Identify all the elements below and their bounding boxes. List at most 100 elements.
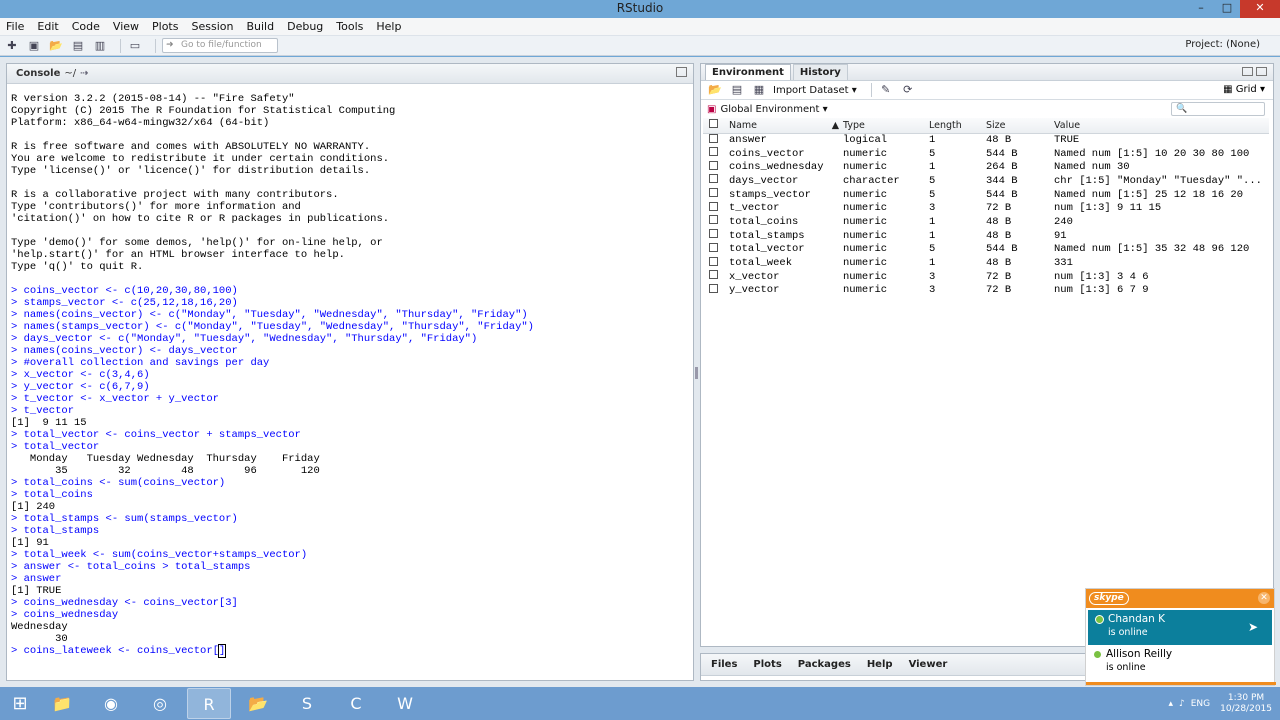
skype-contact[interactable]: Chandan K is online ➤: [1088, 610, 1272, 645]
menu-session[interactable]: Session: [191, 20, 233, 33]
select-all-checkbox[interactable]: [709, 119, 718, 129]
row-checkbox[interactable]: [709, 283, 718, 293]
goto-dir-icon[interactable]: ⇢: [80, 68, 88, 79]
print-icon[interactable]: ▭: [127, 39, 143, 53]
row-checkbox[interactable]: [709, 229, 718, 239]
language-indicator[interactable]: ENG: [1191, 699, 1210, 709]
env-row-total_coins[interactable]: total_coins numeric 1 48 B 240: [703, 215, 1269, 229]
tab-packages[interactable]: Packages: [792, 658, 857, 671]
env-cell-value[interactable]: num [1:3] 6 7 9: [1054, 284, 1269, 298]
row-checkbox[interactable]: [709, 160, 718, 170]
env-cell-value[interactable]: 331: [1054, 256, 1269, 270]
camtasia-icon[interactable]: C: [334, 688, 378, 719]
console-pane[interactable]: Console ~/ ⇢ R version 3.2.2 (2015-08-14…: [6, 63, 694, 681]
tab-plots[interactable]: Plots: [747, 658, 787, 671]
project-menu[interactable]: Project: (None): [1185, 39, 1260, 50]
file-explorer-icon[interactable]: 📁: [40, 688, 84, 719]
console-path[interactable]: ~/: [64, 68, 76, 79]
row-checkbox[interactable]: [709, 270, 718, 280]
col-size[interactable]: Size: [986, 118, 1054, 134]
col-type[interactable]: Type: [843, 118, 929, 134]
tab-history[interactable]: History: [792, 64, 848, 80]
col-name[interactable]: Name ▲: [729, 118, 843, 134]
skype-contact[interactable]: Allison Reilly is online: [1086, 645, 1274, 680]
env-cell-value[interactable]: chr [1:5] "Monday" "Tuesday" "...: [1054, 174, 1269, 188]
global-env-dropdown[interactable]: Global Environment ▾: [720, 104, 827, 115]
tab-environment[interactable]: Environment: [705, 64, 791, 80]
row-checkbox[interactable]: [709, 256, 718, 266]
new-file-icon[interactable]: ✚: [4, 39, 20, 53]
save-workspace-icon[interactable]: ▤: [729, 83, 745, 97]
env-cell-value[interactable]: TRUE: [1054, 133, 1269, 147]
maximize-button[interactable]: □: [1214, 0, 1240, 18]
env-row-y_vector[interactable]: y_vector numeric 3 72 B num [1:3] 6 7 9: [703, 283, 1269, 298]
env-cell-value[interactable]: Named num 30: [1054, 160, 1269, 174]
env-row-coins_vector[interactable]: coins_vector numeric 5 544 B Named num [1:5]…: [703, 147, 1269, 161]
row-checkbox[interactable]: [709, 174, 718, 184]
menu-code[interactable]: Code: [72, 20, 100, 33]
env-cell-value[interactable]: 240: [1054, 215, 1269, 229]
row-checkbox[interactable]: [709, 242, 718, 252]
pane-splitter[interactable]: [695, 367, 698, 379]
env-row-days_vector[interactable]: days_vector character 5 344 B chr [1:5] "Mon…: [703, 174, 1269, 188]
menu-plots[interactable]: Plots: [152, 20, 178, 33]
env-row-total_week[interactable]: total_week numeric 1 48 B 331: [703, 256, 1269, 270]
env-search-input[interactable]: 🔍: [1171, 102, 1265, 116]
env-row-total_stamps[interactable]: total_stamps numeric 1 48 B 91: [703, 229, 1269, 243]
clock[interactable]: 1:30 PM 10/28/2015: [1220, 693, 1272, 715]
row-checkbox[interactable]: [709, 133, 718, 143]
menu-help[interactable]: Help: [376, 20, 401, 33]
open-project-icon[interactable]: ▣: [26, 39, 42, 53]
row-checkbox[interactable]: [709, 188, 718, 198]
menu-edit[interactable]: Edit: [37, 20, 58, 33]
firefox-icon[interactable]: ◎: [138, 688, 182, 719]
tab-help[interactable]: Help: [861, 658, 899, 671]
env-cell-value[interactable]: Named num [1:5] 25 12 18 16 20: [1054, 188, 1269, 202]
env-cell-value[interactable]: Named num [1:5] 10 20 30 80 100: [1054, 147, 1269, 161]
refresh-icon[interactable]: ⟳: [900, 83, 916, 97]
env-row-total_vector[interactable]: total_vector numeric 5 544 B Named num [1:5]…: [703, 242, 1269, 257]
console-output[interactable]: R version 3.2.2 (2015-08-14) -- "Fire Sa…: [7, 84, 693, 658]
env-cell-value[interactable]: num [1:3] 9 11 15: [1054, 201, 1269, 215]
env-row-stamps_vector[interactable]: stamps_vector numeric 5 544 B Named num [1:5…: [703, 188, 1269, 202]
tab-viewer[interactable]: Viewer: [903, 658, 954, 671]
windows-start-icon[interactable]: ⊞: [0, 687, 40, 720]
menu-view[interactable]: View: [113, 20, 139, 33]
tab-files[interactable]: Files: [705, 658, 743, 671]
skype-icon[interactable]: S: [285, 688, 329, 719]
menu-tools[interactable]: Tools: [336, 20, 363, 33]
row-checkbox[interactable]: [709, 147, 718, 157]
env-cell-value[interactable]: Named num [1:5] 35 32 48 96 120: [1054, 243, 1269, 257]
env-cell-value[interactable]: 91: [1054, 229, 1269, 243]
row-checkbox[interactable]: [709, 215, 718, 225]
close-button[interactable]: ✕: [1240, 0, 1280, 18]
skype-close-icon[interactable]: ✕: [1258, 592, 1270, 604]
menu-file[interactable]: File: [6, 20, 24, 33]
open-file-icon[interactable]: 📂: [48, 39, 64, 53]
select-all-header[interactable]: [703, 118, 729, 134]
word-icon[interactable]: W: [383, 688, 427, 719]
row-checkbox[interactable]: [709, 201, 718, 211]
minimize-pane-icon[interactable]: [1242, 67, 1253, 76]
col-length[interactable]: Length: [929, 118, 986, 134]
env-row-x_vector[interactable]: x_vector numeric 3 72 B num [1:3] 3 4 6: [703, 270, 1269, 284]
tray-chevron-icon[interactable]: ▴: [1168, 699, 1173, 709]
env-row-coins_wednesday[interactable]: coins_wednesday numeric 1 264 B Named num 30: [703, 160, 1269, 174]
menu-debug[interactable]: Debug: [287, 20, 323, 33]
col-value[interactable]: Value: [1054, 118, 1269, 134]
save-icon[interactable]: ▤: [70, 39, 86, 53]
env-row-t_vector[interactable]: t_vector numeric 3 72 B num [1:3] 9 11 15: [703, 201, 1269, 215]
save-all-icon[interactable]: ▥: [92, 39, 108, 53]
env-row-answer[interactable]: answer logical 1 48 B TRUE: [703, 133, 1269, 147]
env-cell-value[interactable]: num [1:3] 3 4 6: [1054, 270, 1269, 284]
load-workspace-icon[interactable]: 📂: [707, 83, 723, 97]
console-input-line[interactable]: > coins_lateweek <- coins_vector[]: [11, 644, 689, 658]
clear-broom-icon[interactable]: ✎: [878, 83, 894, 97]
folder-icon[interactable]: 📂: [236, 688, 280, 719]
minimize-button[interactable]: –: [1188, 0, 1214, 18]
maximize-pane-icon[interactable]: [676, 67, 687, 77]
goto-file-input[interactable]: ➜ Go to file/function: [162, 38, 278, 53]
grid-view-dropdown[interactable]: ▦ Grid ▾: [1223, 84, 1265, 95]
import-dataset-icon[interactable]: ▦: [751, 83, 767, 97]
import-dataset-button[interactable]: Import Dataset ▾: [773, 85, 857, 96]
